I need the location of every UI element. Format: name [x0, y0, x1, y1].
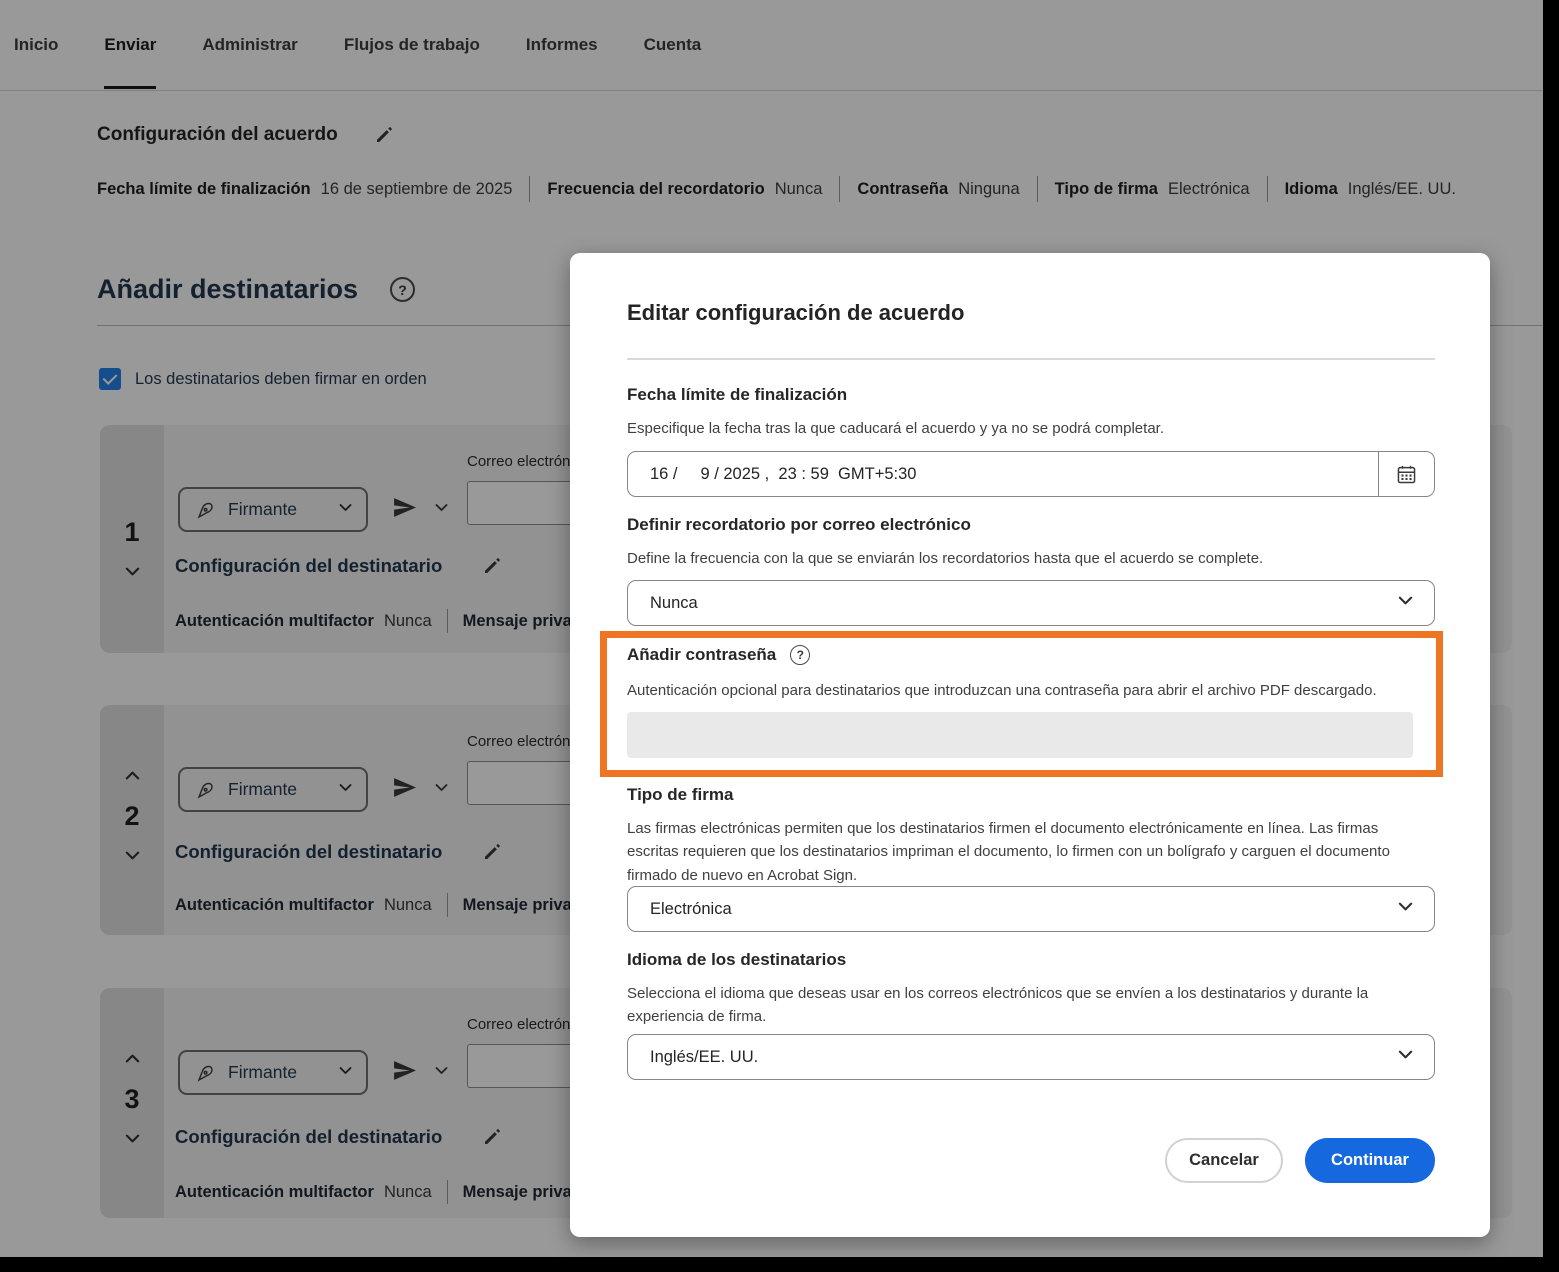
- password-label: Añadir contraseña: [627, 645, 777, 664]
- dialog-divider: [627, 358, 1435, 360]
- reminder-frequency-select[interactable]: Nunca: [627, 580, 1435, 626]
- chevron-down-icon: [1397, 1046, 1414, 1068]
- deadline-date-input[interactable]: 16 / 9 / 2025 , 23 : 59 GMT+5:30: [628, 452, 1378, 496]
- calendar-picker-button[interactable]: [1378, 452, 1434, 496]
- reminder-label: Definir recordatorio por correo electrón…: [627, 515, 971, 534]
- password-description: Autenticación opcional para destinatario…: [627, 682, 1377, 699]
- screen: Inicio Enviar Administrar Flujos de trab…: [0, 0, 1559, 1272]
- calendar-icon: [1395, 463, 1418, 486]
- signature-type-description: Las firmas electrónicas permiten que los…: [627, 820, 1390, 884]
- continue-button[interactable]: Continuar: [1305, 1138, 1435, 1183]
- password-input[interactable]: [627, 712, 1413, 758]
- signature-type-value: Electrónica: [650, 899, 732, 918]
- deadline-label: Fecha límite de finalización: [627, 385, 848, 404]
- language-select[interactable]: Inglés/EE. UU.: [627, 1034, 1435, 1080]
- language-description: Selecciona el idioma que deseas usar en …: [627, 985, 1369, 1026]
- password-label-row: Añadir contraseña ?: [627, 645, 811, 665]
- chevron-down-icon: [1397, 898, 1414, 920]
- language-label: Idioma de los destinatarios: [627, 950, 847, 969]
- reminder-frequency-value: Nunca: [650, 593, 698, 612]
- screen-edge-bar-right: [1543, 0, 1559, 1272]
- dialog-title: Editar configuración de acuerdo: [627, 300, 965, 325]
- screen-edge-bar-bottom: [0, 1257, 1559, 1272]
- deadline-date-field: 16 / 9 / 2025 , 23 : 59 GMT+5:30: [627, 451, 1435, 497]
- chevron-down-icon: [1397, 592, 1414, 614]
- signature-type-label: Tipo de firma: [627, 785, 734, 804]
- help-icon[interactable]: ?: [790, 645, 811, 665]
- signature-type-select[interactable]: Electrónica: [627, 886, 1435, 932]
- language-value: Inglés/EE. UU.: [650, 1047, 759, 1066]
- edit-agreement-settings-dialog: Editar configuración de acuerdo Fecha lí…: [570, 253, 1490, 1237]
- reminder-description: Define la frecuencia con la que se envia…: [627, 550, 1264, 567]
- deadline-description: Especifique la fecha tras la que caducar…: [627, 420, 1164, 437]
- cancel-button[interactable]: Cancelar: [1165, 1138, 1283, 1183]
